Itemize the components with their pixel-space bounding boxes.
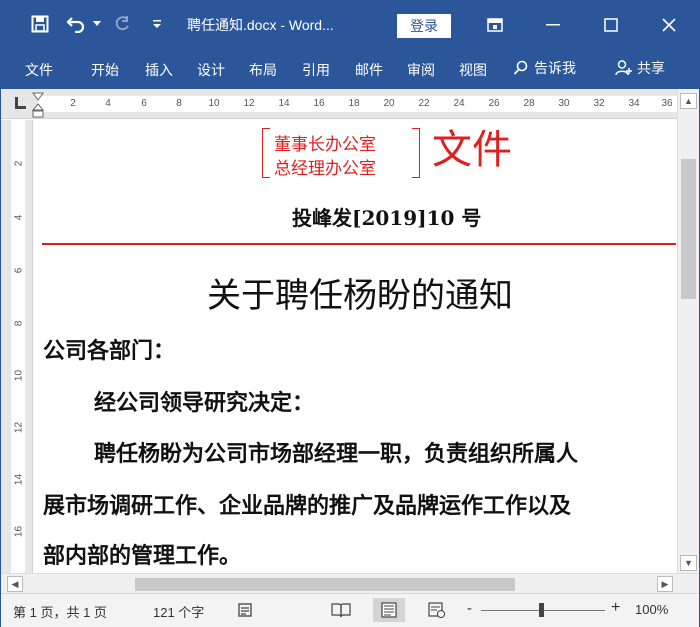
ruler-number: 10: [208, 98, 220, 109]
paragraph-2-line-3: 部内部的管理工作。: [43, 543, 242, 569]
read-mode-icon[interactable]: [325, 598, 357, 622]
tab-file[interactable]: 文件: [25, 60, 53, 80]
ruler-number: 14: [278, 98, 290, 109]
ruler-number: 16: [313, 98, 325, 109]
tab-view[interactable]: 视图: [459, 60, 487, 80]
ribbon-display-options-icon[interactable]: [475, 11, 515, 39]
vertical-ruler-track: [11, 120, 25, 573]
zoom-in-button[interactable]: +: [611, 599, 620, 617]
indent-marker-icon[interactable]: [31, 91, 45, 119]
ruler-number: 30: [558, 98, 570, 109]
vertical-ruler[interactable]: 2 4 6 8 10 12 14 16: [1, 120, 33, 573]
vertical-ruler-number: 10: [13, 369, 25, 382]
vertical-scrollbar[interactable]: ▲ ▼: [677, 89, 699, 573]
vertical-ruler-number: 16: [13, 525, 25, 538]
issuing-units: 董事长办公室 总经理办公室: [262, 126, 422, 182]
paragraph-2-line-2: 展市场调研工作、企业品牌的推广及品牌运作工作以及: [43, 493, 572, 519]
file-word: 文件: [432, 127, 512, 173]
vertical-ruler-number: 2: [13, 160, 25, 167]
ruler-number: 4: [105, 98, 111, 109]
tab-home[interactable]: 开始: [91, 60, 119, 80]
ruler-number: 34: [628, 98, 640, 109]
word-count[interactable]: 121 个字: [153, 602, 204, 621]
tab-design[interactable]: 设计: [197, 60, 225, 80]
word-window: 聘任通知.docx - Word... 登录 文件 开始 插入 设计 布局 引用…: [0, 0, 700, 627]
zoom-level[interactable]: 100%: [635, 602, 668, 617]
document-title: 聘任通知.docx - Word...: [187, 17, 334, 33]
scroll-up-icon[interactable]: ▲: [680, 93, 697, 109]
unit-gm-office: 总经理办公室: [274, 159, 376, 179]
scroll-down-icon[interactable]: ▼: [680, 555, 697, 571]
ruler-number: 22: [418, 98, 430, 109]
tab-review[interactable]: 审阅: [407, 60, 435, 80]
ruler-number: 18: [348, 98, 360, 109]
zoom-out-button[interactable]: -: [467, 600, 472, 617]
status-bar: 第 1 页，共 1 页 121 个字 - + 100%: [1, 593, 699, 627]
ruler-number: 36: [661, 98, 673, 109]
salutation: 公司各部门：: [43, 338, 176, 364]
paragraph-2-line-1: 聘任杨盼为公司市场部经理一职，负责组织所属人: [94, 441, 579, 467]
ruler-number: 8: [176, 98, 182, 109]
scroll-left-icon[interactable]: ◀: [7, 576, 23, 592]
ribbon-tabs: 文件 开始 插入 设计 布局 引用 邮件 审阅 视图 告诉我 共享: [1, 49, 699, 89]
vertical-ruler-number: 6: [13, 267, 25, 274]
undo-icon[interactable]: [63, 11, 91, 37]
vertical-ruler-number: 4: [13, 214, 25, 221]
horizontal-ruler[interactable]: 2 4 6 8 10 12 14 16 18 20 22 24 26 28 30…: [1, 89, 699, 119]
title-bar: 聘任通知.docx - Word... 登录: [1, 1, 699, 49]
tab-selector-icon[interactable]: [15, 97, 27, 109]
ruler-number: 20: [383, 98, 395, 109]
ruler-number: 32: [593, 98, 605, 109]
tab-mailings[interactable]: 邮件: [355, 60, 383, 80]
left-bracket: [262, 128, 270, 178]
customize-toolbar-icon[interactable]: [147, 11, 167, 37]
scroll-right-icon[interactable]: ▶: [657, 576, 673, 592]
print-layout-icon[interactable]: [373, 598, 405, 622]
undo-dropdown-icon[interactable]: [91, 11, 103, 37]
vertical-ruler-number: 14: [13, 473, 25, 486]
maximize-icon[interactable]: [591, 11, 631, 39]
vertical-scroll-thumb[interactable]: [681, 159, 696, 299]
share-button[interactable]: 共享: [615, 58, 665, 78]
ruler-number: 24: [453, 98, 465, 109]
ruler-number: 26: [488, 98, 500, 109]
save-icon[interactable]: [25, 11, 55, 37]
ruler-number: 6: [141, 98, 147, 109]
search-icon: [513, 60, 528, 75]
share-person-icon: [615, 60, 632, 76]
tell-me-box[interactable]: 告诉我: [513, 58, 576, 78]
login-button[interactable]: 登录: [397, 14, 451, 38]
close-icon[interactable]: [649, 11, 689, 39]
redo-icon: [109, 11, 135, 37]
tab-references[interactable]: 引用: [302, 60, 330, 80]
document-number: 投峰发[2019]10 号: [292, 206, 482, 230]
horizontal-scroll-thumb[interactable]: [135, 578, 515, 591]
vertical-ruler-number: 12: [13, 421, 25, 434]
horizontal-scrollbar[interactable]: ◀ ▶: [1, 573, 699, 593]
tab-layout[interactable]: 布局: [249, 60, 277, 80]
zoom-slider-thumb[interactable]: [539, 603, 544, 617]
red-separator-line: [42, 243, 676, 245]
unit-chairman-office: 董事长办公室: [274, 135, 376, 155]
document-page[interactable]: 董事长办公室 总经理办公室 文件 投峰发[2019]10 号 关于聘任杨盼的通知…: [34, 120, 677, 573]
right-bracket: [412, 128, 420, 178]
share-label: 共享: [637, 60, 665, 76]
page-info[interactable]: 第 1 页，共 1 页: [13, 602, 107, 621]
vertical-ruler-number: 8: [13, 320, 25, 327]
minimize-icon[interactable]: [533, 11, 573, 39]
paragraph-1: 经公司领导研究决定：: [94, 390, 315, 416]
notice-title: 关于聘任杨盼的通知: [207, 276, 513, 316]
web-layout-icon[interactable]: [421, 598, 453, 622]
tell-me-label: 告诉我: [534, 60, 576, 76]
proofing-icon[interactable]: [229, 598, 261, 622]
ruler-number: 2: [70, 98, 76, 109]
tab-insert[interactable]: 插入: [145, 60, 173, 80]
ruler-number: 12: [243, 98, 255, 109]
ruler-number: 28: [523, 98, 535, 109]
